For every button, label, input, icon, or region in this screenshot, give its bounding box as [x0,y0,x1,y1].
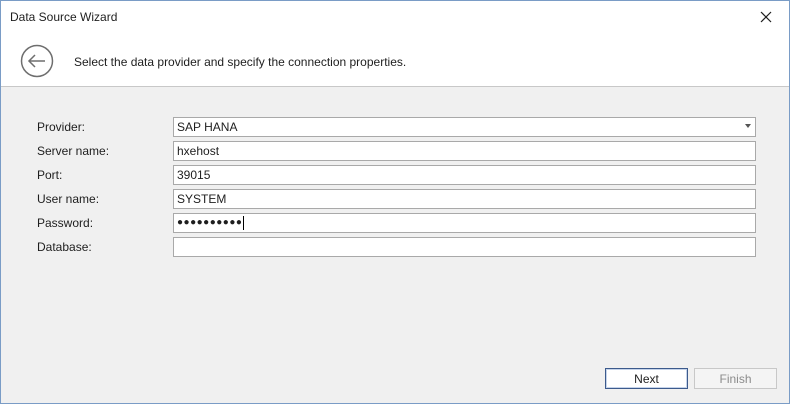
user-name-value: SYSTEM [177,192,227,206]
finish-button[interactable]: Finish [694,368,777,389]
text-caret [243,216,244,230]
user-name-label: User name: [37,192,100,206]
password-row: Password: ●●●●●●●●●● [1,213,789,233]
chevron-down-icon[interactable] [745,124,751,128]
provider-value: SAP HANA [177,120,238,134]
window-title: Data Source Wizard [10,10,118,24]
port-row: Port: 39015 [1,165,789,185]
data-source-wizard-window: Data Source Wizard Select the data provi… [0,0,790,404]
server-name-row: Server name: hxehost [1,141,789,161]
database-label: Database: [37,240,92,254]
password-input[interactable]: ●●●●●●●●●● [173,213,756,233]
server-name-input[interactable]: hxehost [173,141,756,161]
close-button[interactable] [743,1,789,33]
title-bar: Data Source Wizard [1,1,789,33]
provider-row: Provider: SAP HANA [1,117,789,137]
wizard-header: Select the data provider and specify the… [1,33,789,87]
server-name-label: Server name: [37,144,110,158]
back-button[interactable] [20,44,54,78]
port-value: 39015 [177,168,211,182]
port-input[interactable]: 39015 [173,165,756,185]
database-input[interactable] [173,237,756,257]
database-row: Database: [1,237,789,257]
provider-label: Provider: [37,120,86,134]
password-value: ●●●●●●●●●● [177,217,243,228]
close-icon [760,11,772,23]
server-name-value: hxehost [177,144,220,158]
port-label: Port: [37,168,63,182]
back-arrow-icon [20,44,54,78]
wizard-instruction: Select the data provider and specify the… [74,55,407,69]
user-name-row: User name: SYSTEM [1,189,789,209]
password-label: Password: [37,216,94,230]
provider-select[interactable]: SAP HANA [173,117,756,137]
next-button[interactable]: Next [605,368,688,389]
user-name-input[interactable]: SYSTEM [173,189,756,209]
